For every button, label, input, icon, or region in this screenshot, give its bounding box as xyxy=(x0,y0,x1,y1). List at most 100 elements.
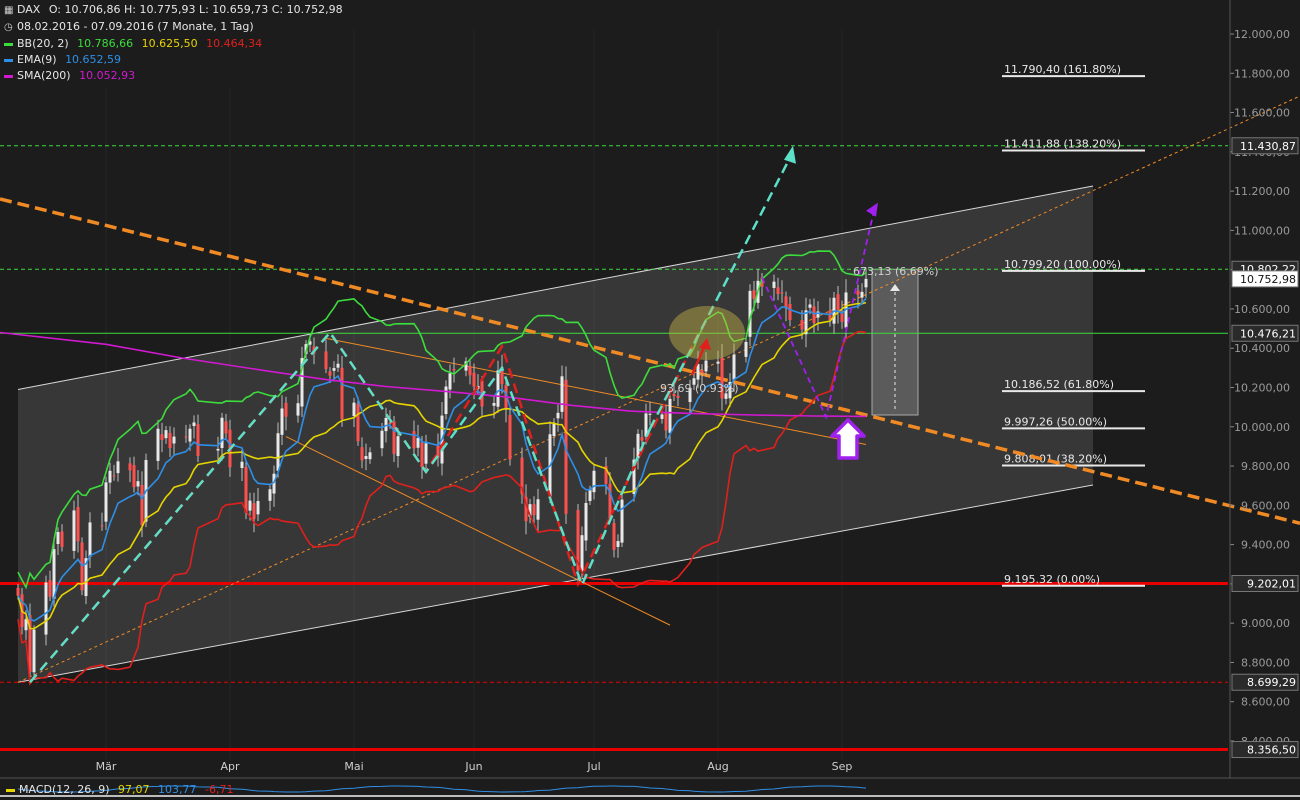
candle-body xyxy=(224,421,228,434)
candle-body xyxy=(340,367,344,420)
price-tag-label: 10.476,21 xyxy=(1240,327,1296,340)
candle-body xyxy=(88,522,92,557)
candle-body xyxy=(192,422,196,426)
candle-body xyxy=(172,436,176,444)
y-tick-label: 9.400,00 xyxy=(1241,539,1290,552)
candle-body xyxy=(16,587,20,596)
macd-value-2: 103,77 xyxy=(158,783,197,796)
candle-body xyxy=(492,403,496,406)
candle-body xyxy=(76,507,80,542)
candle-body xyxy=(776,287,780,295)
y-tick-label: 10.600,00 xyxy=(1234,303,1290,316)
candle-body xyxy=(424,443,428,464)
y-tick-label: 11.200,00 xyxy=(1234,185,1290,198)
candle-body xyxy=(52,549,56,599)
bb-upper: 10.786,66 xyxy=(77,37,134,50)
y-tick-label: 12.000,00 xyxy=(1234,28,1290,41)
candle-body xyxy=(396,436,400,457)
candle-body xyxy=(44,582,48,635)
candle-body xyxy=(184,436,188,438)
y-tick-label: 10.000,00 xyxy=(1234,421,1290,434)
bb-label: BB(20, 2) xyxy=(17,37,69,50)
y-tick-label: 8.800,00 xyxy=(1241,656,1290,669)
candle-body xyxy=(324,351,328,370)
candle-body xyxy=(268,489,272,501)
candle-body xyxy=(580,535,584,572)
y-tick-label: 9.800,00 xyxy=(1241,460,1290,473)
candle-body xyxy=(416,437,420,448)
candle-body xyxy=(392,421,396,454)
candle-body xyxy=(640,437,644,441)
candle-body xyxy=(380,430,384,449)
candle-body xyxy=(284,402,288,417)
candle-body xyxy=(60,531,64,547)
candle-body xyxy=(24,619,28,631)
candle-body xyxy=(216,448,220,451)
candle-body xyxy=(704,360,708,372)
candle-body xyxy=(612,523,616,550)
candle-body xyxy=(536,499,540,520)
measure-annotation-small: 93,69 (0.93%) xyxy=(660,382,739,395)
candle-body xyxy=(32,629,36,673)
candle-body xyxy=(752,290,756,299)
candle-body xyxy=(700,370,704,373)
candle-body xyxy=(732,354,736,380)
candle-body xyxy=(244,467,248,513)
candle-body xyxy=(556,412,560,419)
candle-body xyxy=(140,484,144,526)
sma-swatch xyxy=(4,74,13,78)
candle-body xyxy=(104,482,108,522)
candle-body xyxy=(188,428,192,442)
clock-icon: ◷ xyxy=(4,22,13,33)
price-tag-label: 11.430,87 xyxy=(1240,140,1296,153)
y-tick-label: 9.600,00 xyxy=(1241,499,1290,512)
x-tick-label: Mai xyxy=(344,760,363,773)
candle-body xyxy=(164,430,168,439)
chart-legend: ▦ DAX O: 10.706,86 H: 10.775,93 L: 10.659… xyxy=(0,0,349,87)
candle-body xyxy=(660,414,664,419)
candle-body xyxy=(864,278,868,288)
candle-body xyxy=(420,441,424,468)
legend-row-symbol: ▦ DAX O: 10.706,86 H: 10.775,93 L: 10.659… xyxy=(4,2,343,19)
legend-row-ema: EMA(9) 10.652,59 xyxy=(4,52,343,68)
candle-body xyxy=(616,541,620,547)
candle-body xyxy=(744,341,748,357)
fib-level-label: 9.195.32 (0.00%) xyxy=(1004,573,1100,586)
highlight-ellipse xyxy=(669,306,745,360)
x-tick-label: Jun xyxy=(464,760,482,773)
candle-body xyxy=(532,504,536,516)
candle-body xyxy=(116,461,120,474)
macd-value-3: -6,71 xyxy=(205,783,234,796)
candle-body xyxy=(664,412,668,431)
candle-body xyxy=(860,291,864,298)
macd-swatch xyxy=(6,788,15,792)
candle-body xyxy=(72,510,76,551)
candle-body xyxy=(48,580,52,597)
bb-swatch xyxy=(4,42,13,46)
candle-body xyxy=(364,456,368,459)
symbol: DAX xyxy=(17,3,41,16)
x-tick-label: Apr xyxy=(220,760,240,773)
candle-body xyxy=(468,366,472,376)
candle-body xyxy=(412,431,416,449)
candle-body xyxy=(156,428,160,461)
candle-body xyxy=(128,463,132,471)
candle-body xyxy=(472,372,476,387)
candle-body xyxy=(588,489,592,502)
macd-value-1: 97,07 xyxy=(118,783,150,796)
candle-body xyxy=(856,290,860,295)
candle-body xyxy=(56,532,60,545)
candle-body xyxy=(136,481,140,487)
sma-value: 10.052,93 xyxy=(79,69,136,82)
y-tick-label: 9.000,00 xyxy=(1241,617,1290,630)
macd-legend: MACD(12, 26, 9) 97,07 103,77 -6,71 xyxy=(0,783,234,796)
macd-label: MACD(12, 26, 9) xyxy=(19,783,110,796)
candle-body xyxy=(448,373,452,390)
y-tick-label: 8.600,00 xyxy=(1241,696,1290,709)
candle-body xyxy=(328,371,332,376)
fib-level-label: 10.186,52 (61.80%) xyxy=(1004,378,1114,391)
price-tag-label: 10.752,98 xyxy=(1240,273,1296,286)
candle-body xyxy=(584,502,588,541)
candle-body xyxy=(676,395,680,398)
measure-annotation: 673,13 (6.69%) xyxy=(853,265,939,278)
